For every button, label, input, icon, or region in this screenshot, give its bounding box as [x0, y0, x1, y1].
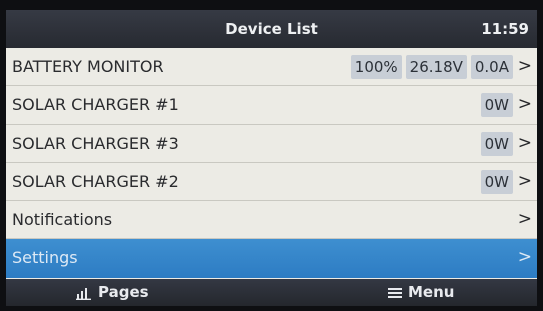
value-group: 100% 26.18V 0.0A: [350, 55, 513, 79]
chevron-right-icon: >: [517, 56, 532, 76]
list-item-label: Notifications: [12, 210, 113, 230]
header-bar: Device List 11:59: [6, 10, 537, 48]
footer-bar: Pages Menu: [6, 279, 537, 306]
list-item-battery-monitor[interactable]: BATTERY MONITOR 100% 26.18V 0.0A >: [6, 48, 537, 87]
current-value: 0.0A: [470, 55, 513, 79]
list-item-solar-charger-3[interactable]: SOLAR CHARGER #3 0W >: [6, 124, 537, 163]
list-item-label: SOLAR CHARGER #1: [12, 95, 179, 115]
list-item-label: BATTERY MONITOR: [12, 57, 164, 76]
clock: 11:59: [481, 20, 529, 38]
power-value: 0W: [480, 93, 513, 118]
pages-button[interactable]: Pages: [76, 279, 149, 306]
power-value: 0W: [480, 131, 513, 156]
pages-label: Pages: [98, 283, 149, 301]
list-item-label: SOLAR CHARGER #3: [12, 133, 179, 153]
power-value: 0W: [480, 169, 513, 194]
list-item-settings[interactable]: Settings >: [6, 239, 537, 278]
menu-button[interactable]: Menu: [388, 279, 454, 306]
chevron-right-icon: >: [517, 209, 532, 230]
page-title: Device List: [225, 20, 318, 38]
device-list: BATTERY MONITOR 100% 26.18V 0.0A > SOLAR…: [6, 48, 537, 278]
list-item-solar-charger-1[interactable]: SOLAR CHARGER #1 0W >: [6, 86, 537, 125]
chevron-right-icon: >: [517, 132, 532, 153]
list-item-label: Settings: [12, 248, 78, 268]
menu-label: Menu: [408, 283, 455, 301]
value-group: 0W: [480, 131, 513, 156]
chevron-right-icon: >: [517, 247, 532, 268]
chevron-right-icon: >: [517, 170, 532, 191]
device-screen: Device List 11:59 BATTERY MONITOR 100% 2…: [6, 10, 537, 306]
voltage-value: 26.18V: [405, 55, 467, 79]
list-item-label: SOLAR CHARGER #2: [12, 171, 179, 191]
list-item-notifications[interactable]: Notifications >: [6, 201, 537, 240]
list-item-solar-charger-2[interactable]: SOLAR CHARGER #2 0W >: [6, 162, 537, 202]
value-group: 0W: [480, 93, 513, 118]
state-of-charge-value: 100%: [350, 55, 402, 79]
bar-chart-icon: [76, 287, 91, 300]
value-group: 0W: [480, 169, 513, 194]
hamburger-menu-icon: [388, 287, 402, 298]
chevron-right-icon: >: [517, 94, 532, 115]
